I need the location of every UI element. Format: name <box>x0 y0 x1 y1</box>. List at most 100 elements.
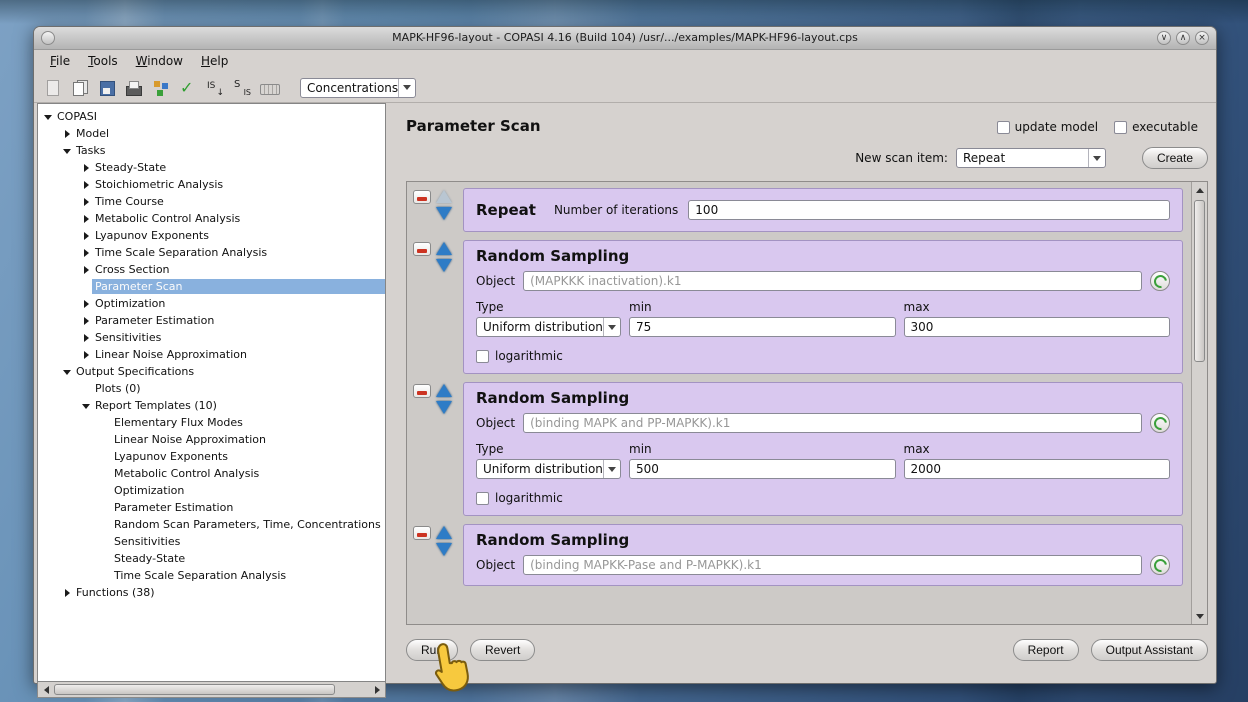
tree-collapsed-arrow-icon[interactable] <box>63 129 73 139</box>
move-down-icon[interactable] <box>436 207 452 220</box>
move-down-icon[interactable] <box>436 259 452 272</box>
menu-window[interactable]: Window <box>128 51 191 71</box>
tree-collapsed-arrow-icon[interactable] <box>82 197 92 207</box>
move-up-icon[interactable] <box>436 526 452 539</box>
tree-collapsed-arrow-icon[interactable] <box>63 588 73 598</box>
tree-item-report-templates-10[interactable]: Report Templates (10) <box>38 397 385 414</box>
new-file-icon[interactable] <box>43 78 63 98</box>
scroll-left-button[interactable] <box>39 683 53 696</box>
tree-item-stoichiometric-analysis[interactable]: Stoichiometric Analysis <box>38 176 385 193</box>
tree-item-steady-state[interactable]: Steady-State <box>38 159 385 176</box>
tree-collapsed-arrow-icon[interactable] <box>82 316 92 326</box>
min-input[interactable] <box>629 459 896 479</box>
tree-collapsed-arrow-icon[interactable] <box>82 248 92 258</box>
tree-item-linear-noise-approximation[interactable]: Linear Noise Approximation <box>38 346 385 363</box>
menu-help[interactable]: Help <box>193 51 236 71</box>
tree-horizontal-scrollbar[interactable] <box>37 682 386 698</box>
object-input[interactable] <box>523 271 1142 291</box>
minimize-button[interactable]: ∨ <box>1157 31 1171 45</box>
update-model-icon[interactable] <box>151 78 171 98</box>
tree-item-plots-0[interactable]: Plots (0) <box>38 380 385 397</box>
tree-item-metabolic-control-analysis[interactable]: Metabolic Control Analysis <box>38 465 385 482</box>
object-select-button[interactable] <box>1150 555 1170 575</box>
initial-state-icon[interactable] <box>205 78 225 98</box>
tree-item-output-specifications[interactable]: Output Specifications <box>38 363 385 380</box>
tree-item-sensitivities[interactable]: Sensitivities <box>38 329 385 346</box>
tree-scrollbar-thumb[interactable] <box>54 684 335 695</box>
concentrations-combo[interactable]: Concentrations <box>300 78 416 98</box>
max-input[interactable] <box>904 459 1171 479</box>
tree-item-tasks[interactable]: Tasks <box>38 142 385 159</box>
tree-item-optimization[interactable]: Optimization <box>38 295 385 312</box>
tree-item-random-scan-parameters-time-concentrations[interactable]: Random Scan Parameters, Time, Concentrat… <box>38 516 385 533</box>
tree-expanded-arrow-icon[interactable] <box>63 146 73 156</box>
close-button[interactable]: × <box>1195 31 1209 45</box>
save-icon[interactable] <box>97 78 117 98</box>
steady-state-icon[interactable] <box>232 78 252 98</box>
open-copy-icon[interactable] <box>70 78 90 98</box>
tree-collapsed-arrow-icon[interactable] <box>82 231 92 241</box>
tree-item-time-scale-separation-analysis[interactable]: Time Scale Separation Analysis <box>38 244 385 261</box>
move-up-icon[interactable] <box>436 190 452 203</box>
remove-item-button[interactable] <box>413 190 431 204</box>
tree-collapsed-arrow-icon[interactable] <box>82 180 92 190</box>
tree-item-steady-state[interactable]: Steady-State <box>38 550 385 567</box>
move-up-icon[interactable] <box>436 242 452 255</box>
object-input[interactable] <box>523 413 1142 433</box>
checkbox-icon[interactable] <box>476 350 489 363</box>
remove-item-button[interactable] <box>413 242 431 256</box>
scrollbar-thumb[interactable] <box>1194 200 1205 362</box>
new-scan-item-combo[interactable]: Repeat <box>956 148 1106 168</box>
print-icon[interactable] <box>124 78 144 98</box>
tree-collapsed-arrow-icon[interactable] <box>82 265 92 275</box>
tree-item-lyapunov-exponents[interactable]: Lyapunov Exponents <box>38 448 385 465</box>
tree-item-parameter-estimation[interactable]: Parameter Estimation <box>38 312 385 329</box>
checkbox-icon[interactable] <box>1114 121 1127 134</box>
tree-expanded-arrow-icon[interactable] <box>63 367 73 377</box>
tree-item-optimization[interactable]: Optimization <box>38 482 385 499</box>
tree-item-metabolic-control-analysis[interactable]: Metabolic Control Analysis <box>38 210 385 227</box>
output-assistant-button[interactable]: Output Assistant <box>1091 639 1208 661</box>
create-button[interactable]: Create <box>1142 147 1208 169</box>
min-input[interactable] <box>629 317 896 337</box>
move-down-icon[interactable] <box>436 543 452 556</box>
scroll-right-button[interactable] <box>370 683 384 696</box>
iterations-input[interactable] <box>688 200 1170 220</box>
tree-collapsed-arrow-icon[interactable] <box>82 163 92 173</box>
maximize-button[interactable]: ∧ <box>1176 31 1190 45</box>
tree-collapsed-arrow-icon[interactable] <box>82 214 92 224</box>
tree-item-lyapunov-exponents[interactable]: Lyapunov Exponents <box>38 227 385 244</box>
tree-item-parameter-scan[interactable]: Parameter Scan <box>38 278 385 295</box>
object-input[interactable] <box>523 555 1142 575</box>
tree-item-copasi[interactable]: COPASI <box>38 108 385 125</box>
object-select-button[interactable] <box>1150 271 1170 291</box>
tree-item-time-course[interactable]: Time Course <box>38 193 385 210</box>
object-select-button[interactable] <box>1150 413 1170 433</box>
tree-item-elementary-flux-modes[interactable]: Elementary Flux Modes <box>38 414 385 431</box>
tree-collapsed-arrow-icon[interactable] <box>82 350 92 360</box>
scroll-down-button[interactable] <box>1193 609 1206 623</box>
revert-button[interactable]: Revert <box>470 639 535 661</box>
menu-tools[interactable]: Tools <box>80 51 126 71</box>
title-bar[interactable]: MAPK-HF96-layout - COPASI 4.16 (Build 10… <box>34 27 1216 50</box>
distribution-combo[interactable]: Uniform distribution <box>476 459 621 479</box>
scroll-up-button[interactable] <box>1193 183 1206 197</box>
logarithmic-checkbox[interactable]: logarithmic <box>476 491 1170 505</box>
tree-collapsed-arrow-icon[interactable] <box>82 299 92 309</box>
tree-expanded-arrow-icon[interactable] <box>82 401 92 411</box>
tree-item-time-scale-separation-analysis[interactable]: Time Scale Separation Analysis <box>38 567 385 584</box>
slider-icon[interactable] <box>259 78 279 98</box>
tree-item-linear-noise-approximation[interactable]: Linear Noise Approximation <box>38 431 385 448</box>
max-input[interactable] <box>904 317 1171 337</box>
tree-item-functions-38[interactable]: Functions (38) <box>38 584 385 601</box>
tree-item-cross-section[interactable]: Cross Section <box>38 261 385 278</box>
menu-file[interactable]: File <box>42 51 78 71</box>
tree-item-sensitivities[interactable]: Sensitivities <box>38 533 385 550</box>
tree-item-parameter-estimation[interactable]: Parameter Estimation <box>38 499 385 516</box>
tree-collapsed-arrow-icon[interactable] <box>82 333 92 343</box>
checkbox-icon[interactable] <box>997 121 1010 134</box>
tree-expanded-arrow-icon[interactable] <box>44 112 54 122</box>
executable-checkbox[interactable]: executable <box>1114 120 1198 134</box>
tree-item-model[interactable]: Model <box>38 125 385 142</box>
move-up-icon[interactable] <box>436 384 452 397</box>
